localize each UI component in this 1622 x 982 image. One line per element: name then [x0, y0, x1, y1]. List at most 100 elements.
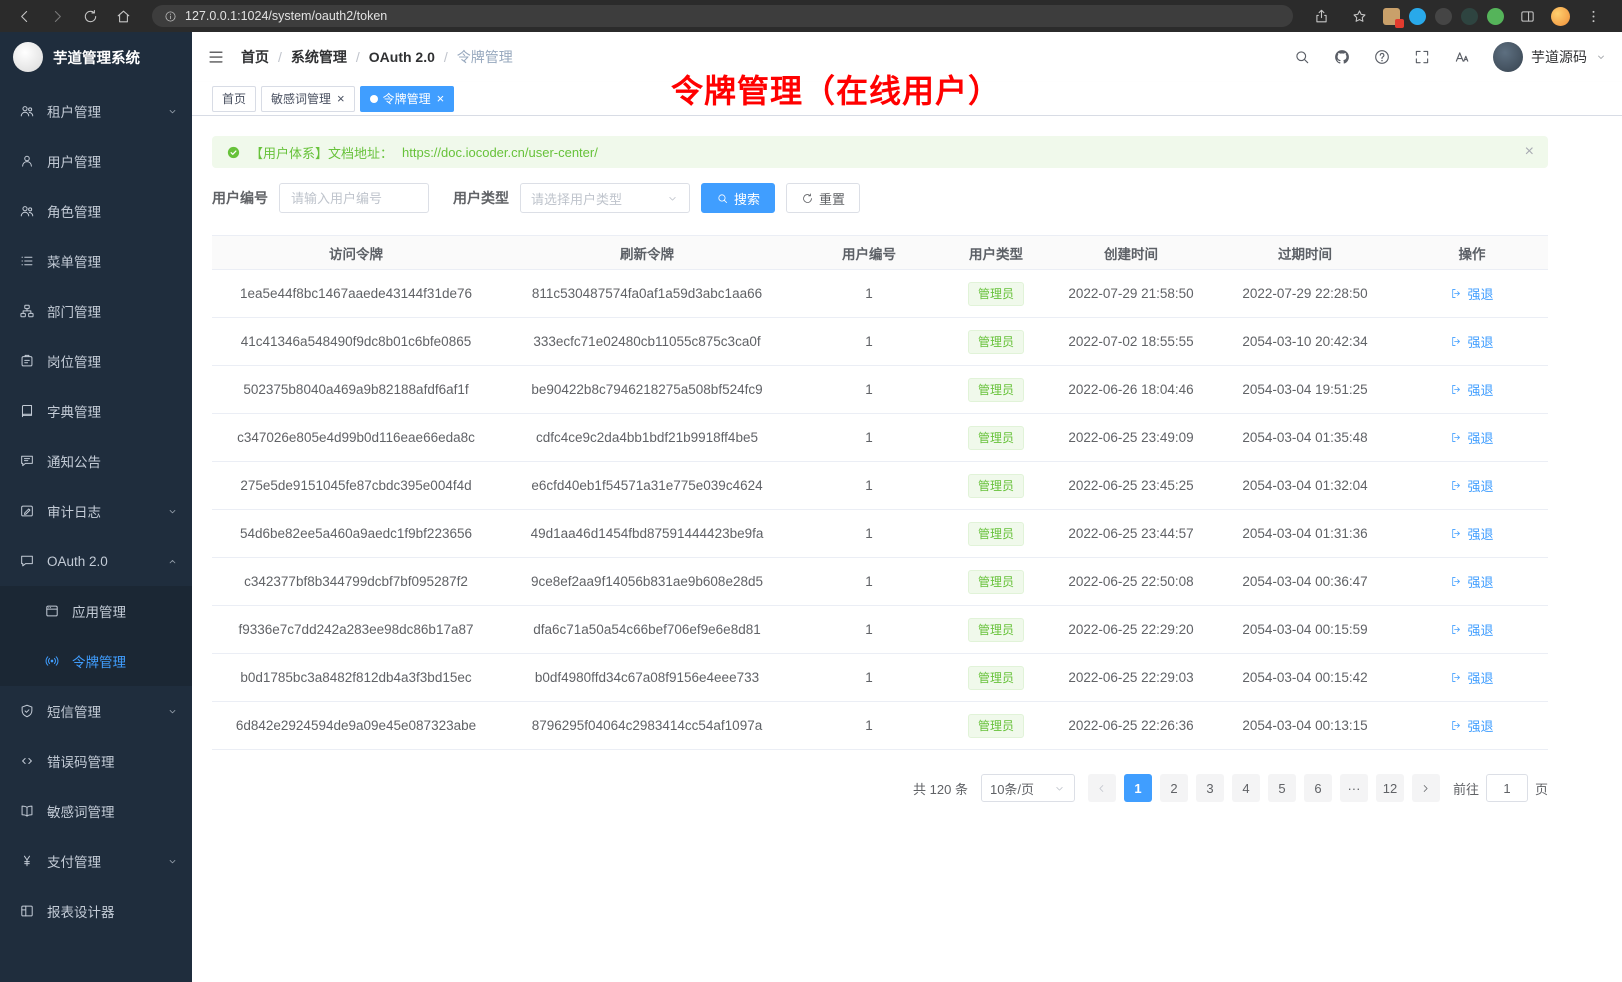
page-button-5[interactable]: 5 [1268, 774, 1296, 802]
sidebar-item-label: 报表设计器 [47, 901, 115, 921]
browser-refresh-button[interactable] [82, 8, 99, 25]
search-button[interactable]: 搜索 [701, 183, 775, 213]
tab-close-icon[interactable]: × [437, 92, 445, 105]
sidebar-item-label: 敏感词管理 [47, 801, 115, 821]
tab-home[interactable]: 首页 [212, 86, 256, 112]
tab-token[interactable]: 令牌管理× [360, 86, 455, 112]
logout-icon [1450, 719, 1463, 732]
extension-icon[interactable] [1383, 8, 1400, 25]
extension-icon[interactable] [1487, 8, 1504, 25]
page-button-4[interactable]: 4 [1232, 774, 1260, 802]
force-logout-button[interactable]: 强退 [1450, 716, 1493, 735]
extension-icon[interactable] [1435, 8, 1452, 25]
sidebar-item-dept[interactable]: 部门管理 [0, 286, 192, 336]
table-header-row: 访问令牌刷新令牌用户编号用户类型创建时间过期时间操作 [212, 236, 1548, 270]
sidebar-item-oauth2-app[interactable]: 应用管理 [0, 586, 192, 636]
force-logout-button[interactable]: 强退 [1450, 428, 1493, 447]
tags-view-bar: 首页敏感词管理×令牌管理× [192, 82, 1622, 116]
tab-sensitive-word[interactable]: 敏感词管理× [261, 86, 355, 112]
sidebar-item-post[interactable]: 岗位管理 [0, 336, 192, 386]
header-search-icon[interactable] [1293, 48, 1311, 66]
sidebar-item-tenant[interactable]: 租户管理 [0, 86, 192, 136]
logout-icon [1450, 623, 1463, 636]
share-icon[interactable] [1313, 8, 1330, 25]
sidebar-item-dict[interactable]: 字典管理 [0, 386, 192, 436]
force-logout-button[interactable]: 强退 [1450, 476, 1493, 495]
alert-close-icon[interactable]: × [1525, 144, 1534, 160]
book-icon [19, 403, 35, 419]
goto-page-input[interactable] [1486, 774, 1528, 802]
reset-button[interactable]: 重置 [786, 183, 860, 213]
edit-icon [19, 503, 35, 519]
breadcrumb-item[interactable]: 系统管理 [291, 47, 347, 67]
font-size-icon[interactable] [1453, 48, 1471, 66]
user-id-cell: 1 [794, 462, 944, 510]
browser-forward-button[interactable] [49, 8, 66, 25]
next-page-button[interactable] [1412, 774, 1440, 802]
force-logout-button[interactable]: 强退 [1450, 524, 1493, 543]
browser-profile-avatar[interactable] [1551, 7, 1570, 26]
sidebar-item-notice[interactable]: 通知公告 [0, 436, 192, 486]
page-size-select[interactable]: 10条/页 [981, 774, 1075, 802]
sidebar-item-audit-log[interactable]: 审计日志 [0, 486, 192, 536]
goto-page: 前往 页 [1453, 774, 1548, 802]
app-brand: 芋道管理系统 [0, 32, 192, 82]
url-bar[interactable]: 127.0.0.1:1024/system/oauth2/token [152, 5, 1293, 27]
github-icon[interactable] [1333, 48, 1351, 66]
expire-time-cell: 2022-07-29 22:28:50 [1214, 270, 1396, 318]
page-button-1[interactable]: 1 [1124, 774, 1152, 802]
create-time-cell: 2022-06-25 23:45:25 [1048, 462, 1214, 510]
bookmark-star-icon[interactable] [1351, 8, 1368, 25]
force-logout-button[interactable]: 强退 [1450, 284, 1493, 303]
sidebar-item-oauth2-token[interactable]: 令牌管理 [0, 636, 192, 686]
page-button-3[interactable]: 3 [1196, 774, 1224, 802]
breadcrumb-item[interactable]: 首页 [241, 47, 269, 67]
user-type-select[interactable]: 请选择用户类型 [520, 183, 690, 213]
sidebar-item-report-designer[interactable]: 报表设计器 [0, 886, 192, 936]
access-token-cell: c347026e805e4d99b0d116eae66eda8c [212, 414, 500, 462]
sidebar-item-role[interactable]: 角色管理 [0, 186, 192, 236]
refresh-token-cell: be90422b8c7946218275a508bf524fc9 [500, 366, 794, 414]
refresh-token-cell: 333ecfc71e02480cb11055c875c3ca0f [500, 318, 794, 366]
logout-icon [1450, 383, 1463, 396]
sidebar-item-menu[interactable]: 菜单管理 [0, 236, 192, 286]
force-logout-button[interactable]: 强退 [1450, 668, 1493, 687]
force-logout-button[interactable]: 强退 [1450, 332, 1493, 351]
extension-icon[interactable] [1461, 8, 1478, 25]
breadcrumb-item[interactable]: OAuth 2.0 [369, 49, 435, 65]
sidebar-item-oauth2[interactable]: OAuth 2.0 [0, 536, 192, 586]
doc-link[interactable]: https://doc.iocoder.cn/user-center/ [402, 145, 598, 160]
extension-icon[interactable] [1409, 8, 1426, 25]
prev-page-button[interactable] [1088, 774, 1116, 802]
sidebar-item-label: 菜单管理 [47, 251, 101, 271]
split-view-icon[interactable] [1519, 8, 1536, 25]
force-logout-button[interactable]: 强退 [1450, 572, 1493, 591]
sidebar-collapse-button[interactable] [207, 48, 225, 66]
page-ellipsis-button[interactable]: ··· [1340, 774, 1368, 802]
topbar-actions: 芋道源码 [1293, 42, 1607, 72]
help-icon[interactable] [1373, 48, 1391, 66]
force-logout-button[interactable]: 强退 [1450, 620, 1493, 639]
fullscreen-icon[interactable] [1413, 48, 1431, 66]
browser-home-button[interactable] [115, 8, 132, 25]
user-id-cell: 1 [794, 366, 944, 414]
sidebar-item-pay[interactable]: 支付管理 [0, 836, 192, 886]
page-button-6[interactable]: 6 [1304, 774, 1332, 802]
refresh-token-cell: b0df4980ffd34c67a08f9156e4eee733 [500, 654, 794, 702]
chevron-left-icon [1095, 782, 1108, 795]
page-button-2[interactable]: 2 [1160, 774, 1188, 802]
page-button-12[interactable]: 12 [1376, 774, 1404, 802]
sidebar-item-user[interactable]: 用户管理 [0, 136, 192, 186]
browser-menu-icon[interactable] [1585, 8, 1602, 25]
sidebar-item-sms[interactable]: 短信管理 [0, 686, 192, 736]
user-type-badge: 管理员 [968, 618, 1024, 642]
user-id-input[interactable] [279, 183, 429, 213]
browser-back-button[interactable] [16, 8, 33, 25]
sidebar-item-error-code[interactable]: 错误码管理 [0, 736, 192, 786]
sidebar-item-sensitive-word[interactable]: 敏感词管理 [0, 786, 192, 836]
tab-close-icon[interactable]: × [337, 92, 345, 105]
site-info-icon[interactable] [164, 10, 177, 23]
force-logout-button[interactable]: 强退 [1450, 380, 1493, 399]
yen-icon [19, 853, 35, 869]
user-menu[interactable]: 芋道源码 [1493, 42, 1607, 72]
